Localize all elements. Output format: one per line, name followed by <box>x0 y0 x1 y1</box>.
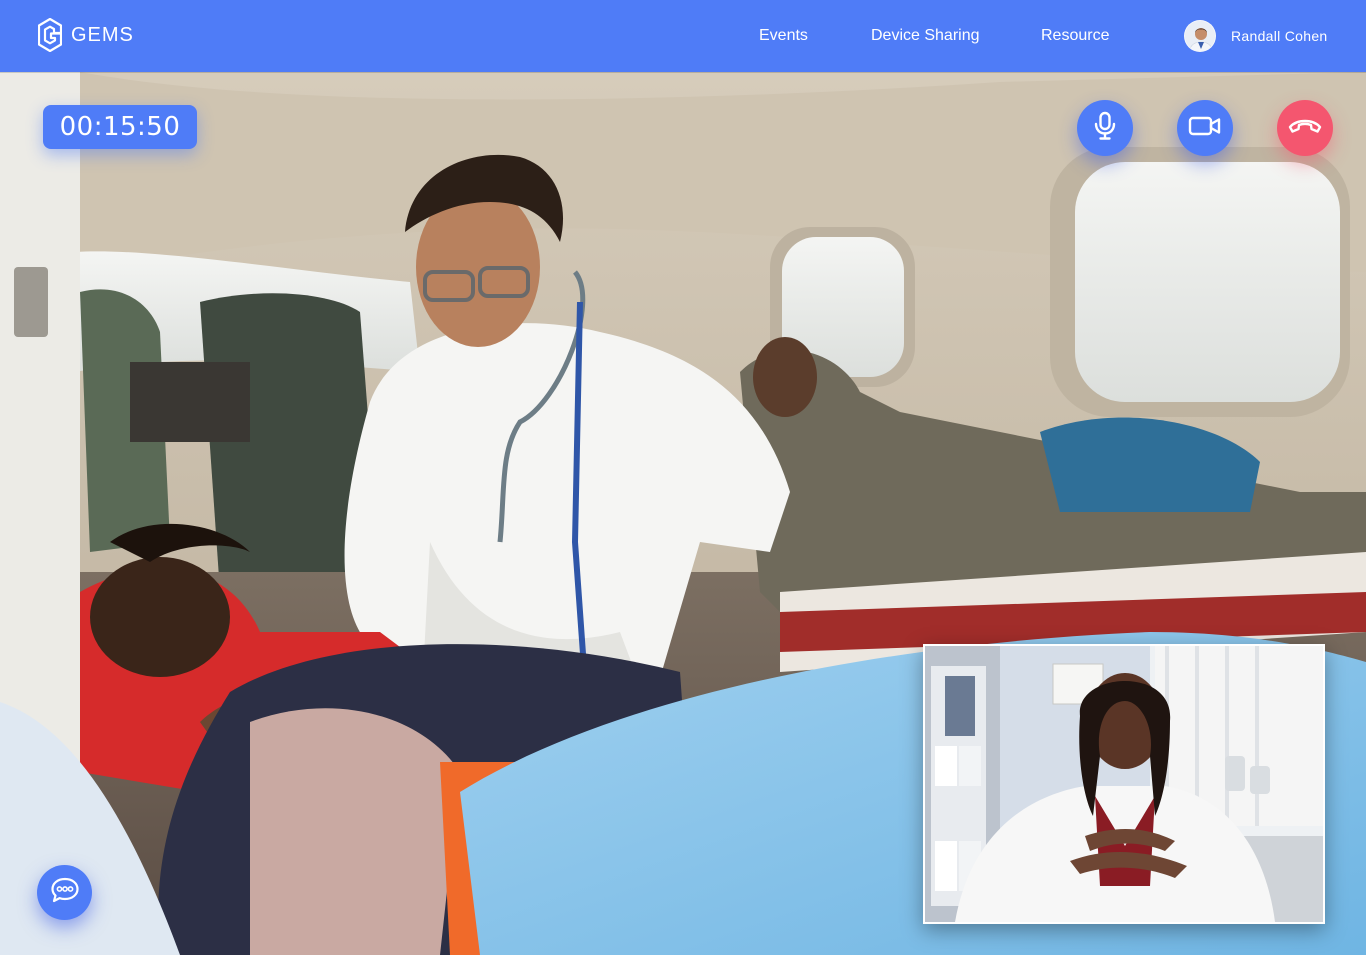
nav-resource[interactable]: Resource <box>1041 27 1109 45</box>
camera-button[interactable] <box>1177 100 1233 156</box>
self-view-video[interactable] <box>923 644 1325 924</box>
brand[interactable]: GEMS <box>38 18 134 52</box>
avatar <box>1184 20 1216 52</box>
nav-device-sharing[interactable]: Device Sharing <box>871 27 980 45</box>
self-view-image <box>925 646 1323 922</box>
microphone-button[interactable] <box>1077 100 1133 156</box>
chat-bubble-icon <box>50 876 80 909</box>
top-bar: GEMS Events Device Sharing Resource Rand… <box>0 0 1366 72</box>
call-timer: 00:15:50 <box>43 105 197 149</box>
app-name: GEMS <box>71 23 134 46</box>
gems-logo-icon <box>38 18 62 52</box>
user-name: Randall Cohen <box>1231 28 1328 44</box>
remote-video-feed: 00:15:50 <box>0 72 1366 955</box>
microphone-icon <box>1092 111 1118 146</box>
nav-events[interactable]: Events <box>759 27 808 45</box>
user-menu[interactable]: Randall Cohen <box>1184 20 1328 52</box>
chat-button[interactable] <box>37 865 92 920</box>
hang-up-button[interactable] <box>1277 100 1333 156</box>
video-camera-icon <box>1188 115 1222 142</box>
phone-hangup-icon <box>1287 117 1323 140</box>
